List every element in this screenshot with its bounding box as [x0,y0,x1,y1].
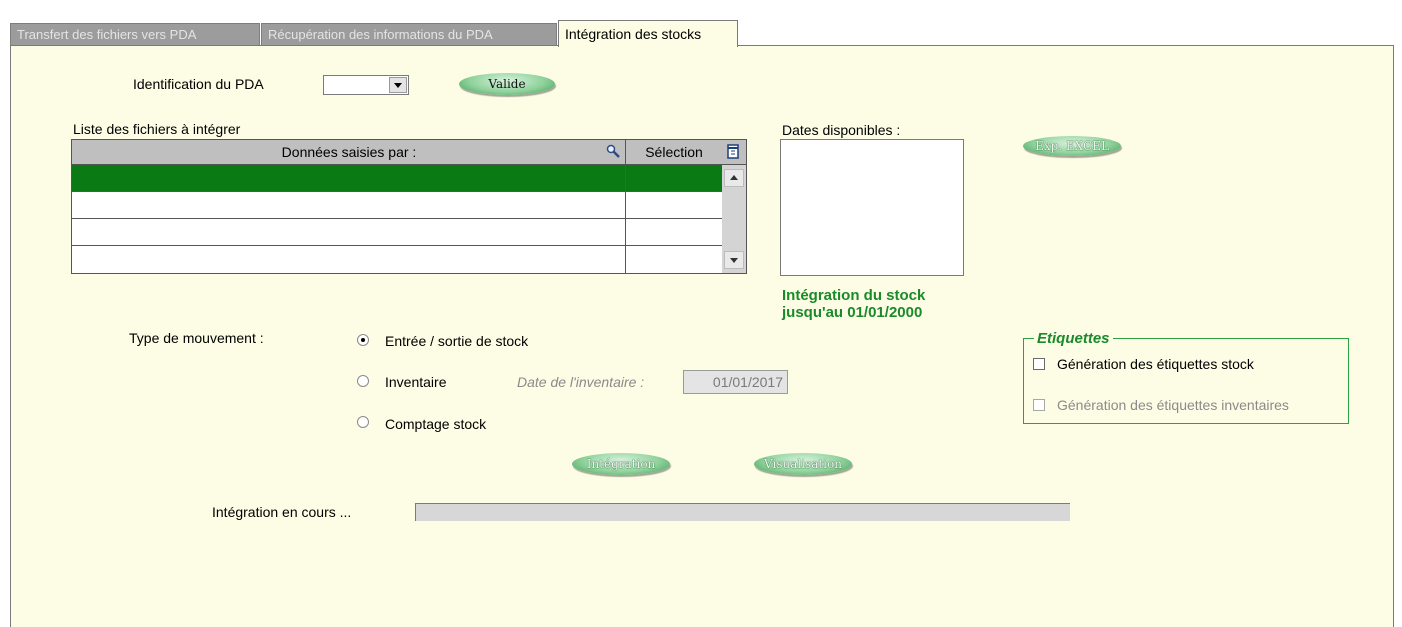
column-header-selection[interactable]: Sélection [626,140,722,164]
radio-comptage-stock[interactable] [357,416,369,428]
tab-recuperation-informations[interactable]: Récupération des informations du PDA [261,23,557,45]
checkbox-etiquettes-inventaires[interactable] [1033,399,1045,411]
tab-transfert-fichiers[interactable]: Transfert des fichiers vers PDA [10,23,260,45]
validate-button[interactable]: Valide [459,73,555,95]
radio-comptage-stock-label[interactable]: Comptage stock [385,416,486,432]
column-divider [625,164,626,274]
radio-entree-sortie-label[interactable]: Entrée / sortie de stock [385,333,528,349]
pda-select-dropdown-button[interactable] [389,77,407,93]
inventory-date-field[interactable]: 01/01/2017 [683,370,788,394]
integration-stock-info: Intégration du stock jusqu'au 01/01/2000 [782,287,925,321]
inventory-date-label: Date de l'inventaire : [517,374,645,390]
pda-label: Identification du PDA [133,76,264,92]
select-all-icon[interactable] [725,143,741,160]
visualisation-button[interactable]: Visualisation [754,453,852,475]
dates-label: Dates disponibles : [782,122,901,138]
tab-bar: Transfert des fichiers vers PDA Récupéra… [10,20,1394,47]
tab-integration-stocks[interactable]: Intégration des stocks [558,20,738,47]
checkbox-etiquettes-inventaires-label[interactable]: Génération des étiquettes inventaires [1057,397,1289,413]
file-list-table: Données saisies par : Sélection [71,139,747,274]
dates-list[interactable] [780,139,964,276]
radio-inventaire[interactable] [357,375,369,387]
radio-inventaire-label[interactable]: Inventaire [385,374,446,390]
arrow-down-icon [730,258,738,263]
integration-stock-line2: jusqu'au 01/01/2000 [782,304,923,321]
movement-type-label: Type de mouvement : [129,330,264,346]
chevron-down-icon [394,83,402,88]
radio-entree-sortie[interactable] [357,334,369,346]
checkbox-etiquettes-stock[interactable] [1033,358,1045,370]
file-list-scrollbar[interactable] [722,165,746,273]
export-excel-button[interactable]: Exp. EXCEL [1023,136,1121,156]
progress-label: Intégration en cours ... [212,504,352,520]
search-icon[interactable] [605,143,621,159]
radio-dot [361,338,365,342]
arrow-up-icon [730,175,738,180]
file-list-header: Données saisies par : Sélection [72,140,746,165]
scroll-down-button[interactable] [724,251,744,269]
checkbox-etiquettes-stock-label[interactable]: Génération des étiquettes stock [1057,356,1254,372]
scroll-up-button[interactable] [724,169,744,187]
integration-button[interactable]: Intégration [572,453,670,475]
file-list-title: Liste des fichiers à intégrer [73,121,241,137]
integration-progress-bar [415,503,1070,521]
column-header-user[interactable]: Données saisies par : [72,140,626,164]
labels-group-title: Etiquettes [1034,330,1113,347]
integration-stock-line1: Intégration du stock [782,287,926,304]
pda-select[interactable] [323,75,409,95]
